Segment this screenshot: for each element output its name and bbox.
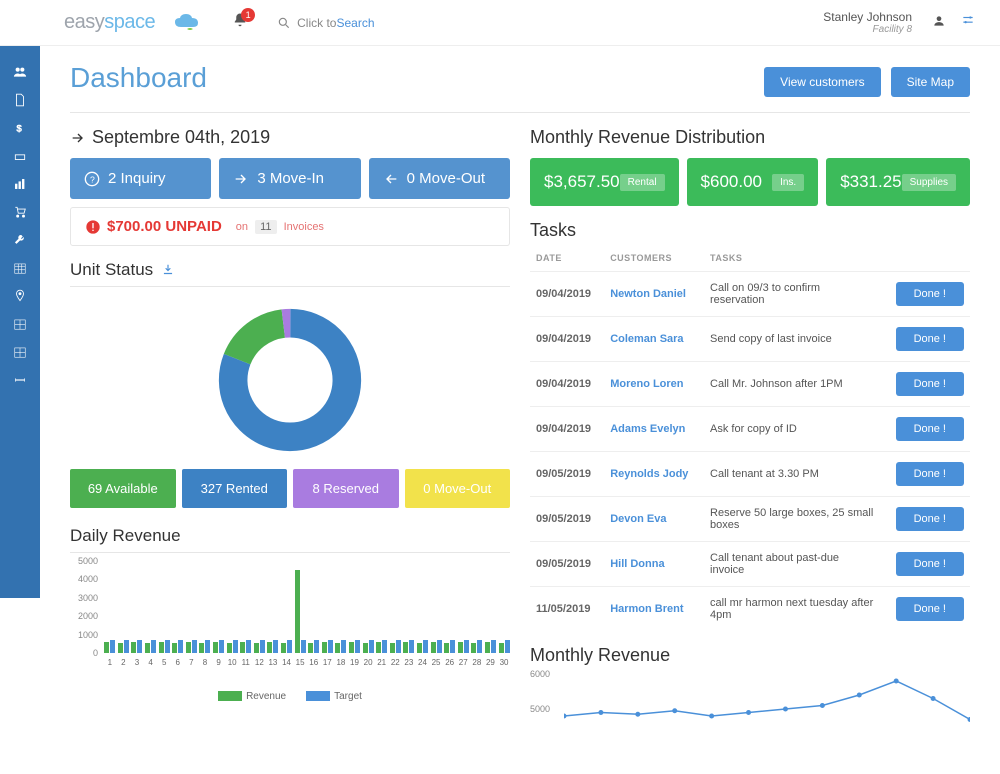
question-icon: ? — [84, 171, 100, 187]
monthly-dist-title: Monthly Revenue Distribution — [530, 127, 970, 148]
view-customers-button[interactable]: View customers — [764, 67, 880, 97]
customer-link[interactable]: Moreno Loren — [604, 362, 704, 407]
user-name: Stanley Johnson — [823, 10, 912, 24]
stat-moveout-units[interactable]: 0 Move-Out — [405, 469, 511, 508]
daily-revenue-chart: 010002000300040005000 123456789101112131… — [70, 561, 510, 671]
sidebar-item-documents[interactable] — [0, 86, 40, 114]
user-icon[interactable] — [932, 14, 946, 31]
sidebar-item-billing[interactable]: $ — [0, 114, 40, 142]
table-row: 09/05/2019 Hill Donna Call tenant about … — [530, 542, 970, 587]
sidebar-item-tools[interactable] — [0, 226, 40, 254]
brand-logo: easyspace — [24, 11, 155, 34]
done-button[interactable]: Done ! — [896, 597, 964, 621]
notification-bell[interactable]: 1 — [231, 12, 249, 33]
monthly-revenue-title: Monthly Revenue — [530, 645, 970, 666]
done-button[interactable]: Done ! — [896, 417, 964, 441]
sidebar-item-customers[interactable] — [0, 58, 40, 86]
table-row: 11/05/2019 Harmon Brent call mr harmon n… — [530, 587, 970, 632]
revenue-supplies[interactable]: $331.25 Supplies — [826, 158, 970, 206]
customer-link[interactable]: Reynolds Jody — [604, 452, 704, 497]
customer-link[interactable]: Adams Evelyn — [604, 407, 704, 452]
revenue-rental[interactable]: $3,657.50 Rental — [530, 158, 679, 206]
tasks-title: Tasks — [530, 220, 970, 241]
settings-icon[interactable] — [960, 14, 976, 31]
search-input[interactable]: Click to Search — [277, 16, 374, 30]
table-row: 09/05/2019 Reynolds Jody Call tenant at … — [530, 452, 970, 497]
svg-text:?: ? — [90, 174, 95, 184]
unit-status-title: Unit Status — [70, 260, 510, 287]
date-header: Septembre 04th, 2019 — [70, 127, 510, 148]
svg-text:$: $ — [17, 124, 23, 134]
arrow-left-icon — [383, 171, 399, 187]
daily-revenue-title: Daily Revenue — [70, 526, 510, 553]
user-block[interactable]: Stanley Johnson Facility 8 — [823, 10, 912, 35]
sidebar-item-grid[interactable] — [0, 310, 40, 338]
col-tasks: TASKS — [704, 245, 881, 272]
done-button[interactable]: Done ! — [896, 327, 964, 351]
alert-icon — [85, 219, 101, 235]
arrow-right-icon — [233, 171, 249, 187]
stat-inquiry[interactable]: ? 2 Inquiry — [70, 158, 211, 199]
sidebar-item-location[interactable] — [0, 282, 40, 310]
stat-movein[interactable]: 3 Move-In — [219, 158, 360, 199]
page-title: Dashboard — [70, 62, 207, 94]
arrow-right-icon — [70, 130, 86, 146]
customer-link[interactable]: Harmon Brent — [604, 587, 704, 632]
customer-link[interactable]: Devon Eva — [604, 497, 704, 542]
stat-rented[interactable]: 327 Rented — [182, 469, 288, 508]
customer-link[interactable]: Coleman Sara — [604, 317, 704, 362]
col-date: DATE — [530, 245, 604, 272]
sidebar-item-units[interactable] — [0, 142, 40, 170]
stat-available[interactable]: 69 Available — [70, 469, 176, 508]
notification-badge: 1 — [241, 8, 255, 22]
sidebar: $ — [0, 46, 40, 598]
tasks-table: DATE CUSTOMERS TASKS 09/04/2019 Newton D… — [530, 245, 970, 631]
customer-link[interactable]: Hill Donna — [604, 542, 704, 587]
customer-link[interactable]: Newton Daniel — [604, 272, 704, 317]
table-row: 09/04/2019 Moreno Loren Call Mr. Johnson… — [530, 362, 970, 407]
col-customers: CUSTOMERS — [604, 245, 704, 272]
cloud-icon — [173, 13, 203, 33]
done-button[interactable]: Done ! — [896, 507, 964, 531]
table-row: 09/04/2019 Newton Daniel Call on 09/3 to… — [530, 272, 970, 317]
table-row: 09/04/2019 Coleman Sara Send copy of las… — [530, 317, 970, 362]
revenue-insurance[interactable]: $600.00 Ins. — [687, 158, 819, 206]
stat-moveout[interactable]: 0 Move-Out — [369, 158, 510, 199]
done-button[interactable]: Done ! — [896, 282, 964, 306]
unpaid-banner[interactable]: $700.00 UNPAID on 11 Invoices — [70, 207, 510, 246]
sidebar-item-reports[interactable] — [0, 170, 40, 198]
done-button[interactable]: Done ! — [896, 462, 964, 486]
table-row: 09/04/2019 Adams Evelyn Ask for copy of … — [530, 407, 970, 452]
done-button[interactable]: Done ! — [896, 372, 964, 396]
sidebar-item-grid2[interactable] — [0, 338, 40, 366]
done-button[interactable]: Done ! — [896, 552, 964, 576]
search-icon — [277, 16, 291, 30]
stat-reserved[interactable]: 8 Reserved — [293, 469, 399, 508]
sidebar-item-sales[interactable] — [0, 198, 40, 226]
table-row: 09/05/2019 Devon Eva Reserve 50 large bo… — [530, 497, 970, 542]
site-map-button[interactable]: Site Map — [891, 67, 970, 97]
unit-status-donut — [215, 305, 365, 455]
sidebar-item-ruler[interactable] — [0, 366, 40, 394]
sidebar-item-calendar[interactable] — [0, 254, 40, 282]
monthly-revenue-chart: 50006000 — [530, 674, 970, 744]
download-icon[interactable] — [161, 263, 175, 277]
user-facility: Facility 8 — [823, 24, 912, 35]
